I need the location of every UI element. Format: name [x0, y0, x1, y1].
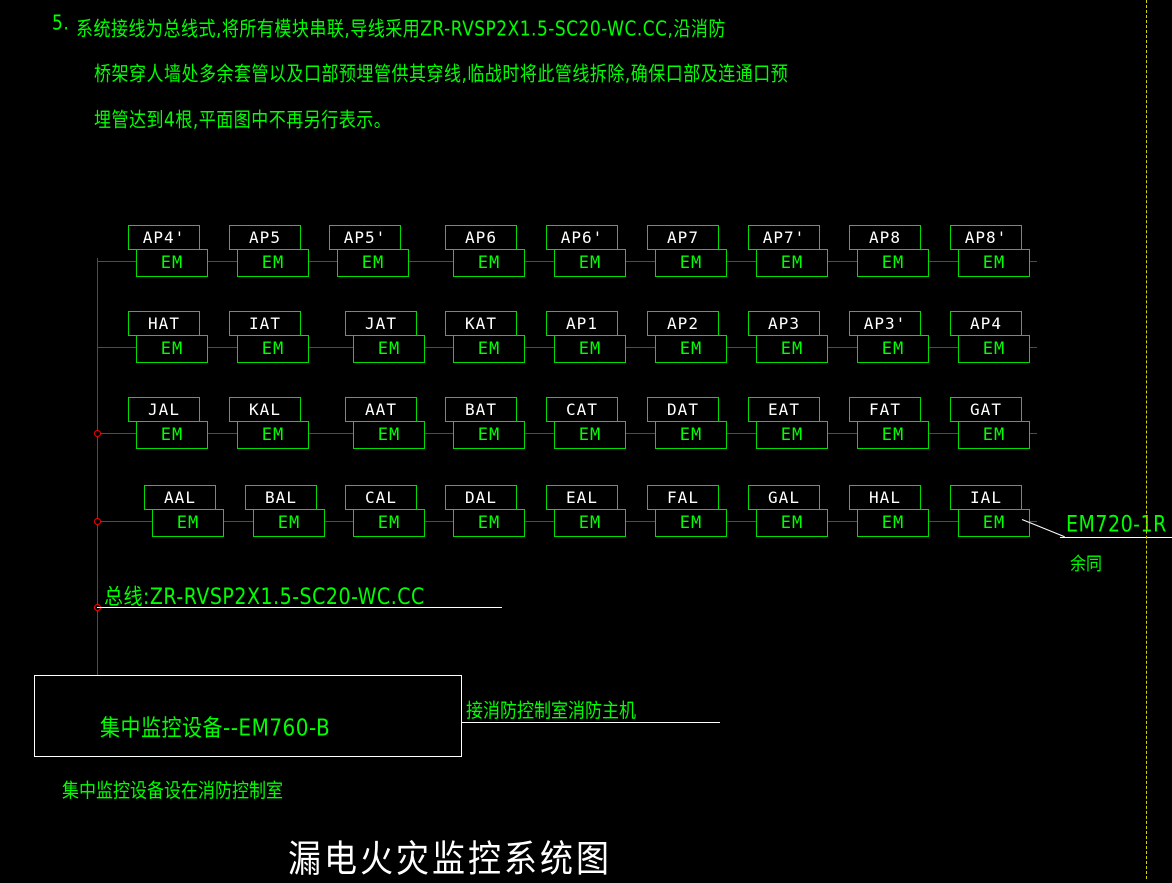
module-unit-label: AAL — [144, 485, 216, 510]
module-unit-type: EM — [453, 249, 525, 277]
note-line-3: 埋管达到4根,平面图中不再另行表示。 — [94, 108, 392, 133]
module-unit-label: EAL — [546, 485, 618, 510]
module-unit-label: IAL — [950, 485, 1022, 510]
module-unit-label: AP4' — [128, 225, 200, 250]
central-monitoring-equipment-label: 集中监控设备--EM760-B — [100, 713, 331, 742]
module-unit-label: CAT — [546, 397, 618, 422]
module-unit-type: EM — [756, 249, 828, 277]
module-unit-label: AP6 — [445, 225, 517, 250]
module-unit-type: EM — [353, 421, 425, 449]
module-unit-type: EM — [152, 509, 224, 537]
module-unit-type: EM — [857, 421, 929, 449]
module-unit-label: HAL — [849, 485, 921, 510]
module-unit-label: AP3 — [748, 311, 820, 336]
module-unit-label: AP8 — [849, 225, 921, 250]
note-line-2: 桥架穿人墙处多余套管以及口部预埋管供其穿线,临战时将此管线拆除,确保口部及连通口… — [94, 62, 789, 87]
module-unit-type: EM — [756, 335, 828, 363]
module-unit-label: AP6' — [546, 225, 618, 250]
module-unit-type: EM — [554, 509, 626, 537]
module-unit-label: CAL — [345, 485, 417, 510]
junction-dot-row-4 — [94, 518, 101, 525]
module-unit-type: EM — [337, 249, 409, 277]
module-unit-type: EM — [237, 421, 309, 449]
central-room-note: 集中监控设备设在消防控制室 — [62, 779, 283, 803]
module-unit-type: EM — [958, 249, 1030, 277]
module-unit-type: EM — [756, 421, 828, 449]
module-unit-type: EM — [655, 335, 727, 363]
to-fire-control-host-label: 接消防控制室消防主机 — [466, 699, 636, 723]
module-unit-label: KAT — [445, 311, 517, 336]
module-unit-type: EM — [655, 421, 727, 449]
module-unit-type: EM — [655, 509, 727, 537]
em720-model-label: EM720-1R — [1066, 512, 1167, 538]
module-unit-type: EM — [136, 335, 208, 363]
module-unit-label: AP7 — [647, 225, 719, 250]
module-unit-type: EM — [237, 249, 309, 277]
to-fire-control-host-leader — [462, 722, 720, 723]
module-unit-label: FAL — [647, 485, 719, 510]
module-unit-type: EM — [958, 335, 1030, 363]
module-unit-type: EM — [857, 509, 929, 537]
drawing-border-dashed — [1146, 0, 1147, 879]
main-bus-vertical-wire — [97, 258, 98, 678]
module-unit-label: AP5 — [229, 225, 301, 250]
module-unit-label: AP3' — [849, 311, 921, 336]
module-unit-type: EM — [136, 421, 208, 449]
module-unit-label: DAL — [445, 485, 517, 510]
module-unit-label: AP5' — [329, 225, 401, 250]
module-unit-label: AP8' — [950, 225, 1022, 250]
module-unit-label: GAL — [748, 485, 820, 510]
module-unit-label: GAT — [950, 397, 1022, 422]
module-unit-type: EM — [756, 509, 828, 537]
module-unit-type: EM — [237, 335, 309, 363]
junction-dot-row-3 — [94, 430, 101, 437]
module-unit-label: AP2 — [647, 311, 719, 336]
module-unit-type: EM — [554, 421, 626, 449]
module-unit-label: JAT — [345, 311, 417, 336]
module-unit-type: EM — [453, 421, 525, 449]
module-unit-label: DAT — [647, 397, 719, 422]
bus-cable-leader — [97, 607, 502, 608]
module-unit-type: EM — [353, 509, 425, 537]
module-unit-label: KAL — [229, 397, 301, 422]
module-unit-type: EM — [857, 249, 929, 277]
module-unit-label: AAT — [345, 397, 417, 422]
module-unit-label: HAT — [128, 311, 200, 336]
module-unit-type: EM — [453, 335, 525, 363]
module-unit-type: EM — [554, 335, 626, 363]
module-unit-label: AP4 — [950, 311, 1022, 336]
module-unit-type: EM — [253, 509, 325, 537]
note-line-1: 系统接线为总线式,将所有模块串联,导线采用ZR-RVSP2X1.5-SC20-W… — [76, 17, 726, 42]
module-unit-label: AP7' — [748, 225, 820, 250]
module-unit-label: AP1 — [546, 311, 618, 336]
module-unit-type: EM — [453, 509, 525, 537]
module-unit-label: EAT — [748, 397, 820, 422]
note-number: 5. — [52, 12, 70, 36]
module-unit-type: EM — [353, 335, 425, 363]
cad-drawing-canvas: 5. 系统接线为总线式,将所有模块串联,导线采用ZR-RVSP2X1.5-SC2… — [0, 0, 1172, 881]
module-unit-type: EM — [136, 249, 208, 277]
module-unit-label: BAL — [245, 485, 317, 510]
module-unit-label: JAL — [128, 397, 200, 422]
module-unit-type: EM — [655, 249, 727, 277]
module-unit-type: EM — [554, 249, 626, 277]
em720-same-label: 余同 — [1070, 552, 1103, 575]
module-unit-label: BAT — [445, 397, 517, 422]
module-unit-label: FAT — [849, 397, 921, 422]
module-unit-type: EM — [958, 421, 1030, 449]
module-unit-type: EM — [958, 509, 1030, 537]
module-unit-label: IAT — [229, 311, 301, 336]
module-unit-type: EM — [857, 335, 929, 363]
diagram-title: 漏电火灾监控系统图 — [288, 836, 612, 881]
